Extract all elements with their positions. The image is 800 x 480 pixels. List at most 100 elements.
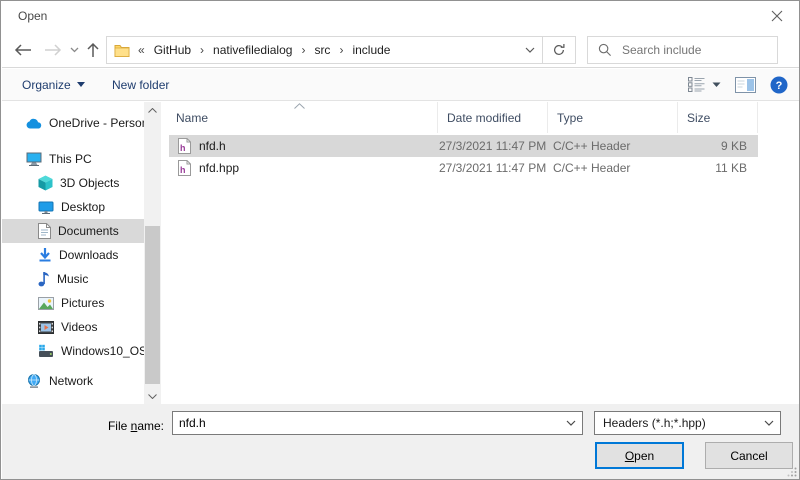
chevron-down-icon: [764, 420, 774, 426]
refresh-button[interactable]: [543, 37, 575, 63]
breadcrumb-item-include[interactable]: include: [351, 41, 391, 59]
cancel-button[interactable]: Cancel: [705, 442, 793, 469]
sidebar-item-label: Windows10_OS (: [61, 344, 144, 358]
refresh-icon: [552, 43, 566, 57]
back-arrow-icon: [14, 43, 32, 57]
3d-objects-cube-icon: [38, 175, 53, 191]
downloads-arrow-icon: [38, 247, 52, 263]
sidebar-item-desktop[interactable]: Desktop: [2, 195, 144, 219]
sidebar-item-pictures[interactable]: Pictures: [2, 291, 144, 315]
sidebar-item-label: Documents: [58, 224, 119, 238]
desktop-monitor-icon: [38, 201, 54, 214]
search-input[interactable]: [622, 43, 777, 57]
network-globe-icon: [26, 374, 42, 388]
open-button[interactable]: Open: [595, 442, 684, 469]
sidebar-item-label: Videos: [61, 320, 97, 334]
new-folder-button[interactable]: New folder: [112, 69, 169, 100]
main-area: OneDrive - Person This PC 3D Objects: [2, 102, 800, 404]
up-arrow-icon: [86, 42, 100, 58]
file-row-nfd-h[interactable]: h nfd.h 27/3/2021 11:47 PM C/C++ Header …: [169, 135, 758, 157]
help-button[interactable]: ?: [770, 76, 788, 94]
address-dropdown-button[interactable]: [517, 37, 543, 63]
open-file-dialog: Open: [0, 0, 800, 480]
organize-label: Organize: [22, 78, 71, 92]
resize-grip[interactable]: [787, 467, 797, 477]
file-name: nfd.h: [199, 139, 226, 153]
preview-pane-icon: [735, 77, 756, 93]
sidebar-item-videos[interactable]: Videos: [2, 315, 144, 339]
column-header-name[interactable]: Name: [161, 102, 438, 133]
column-header-blank[interactable]: [758, 102, 800, 133]
sidebar-scrollbar[interactable]: [144, 102, 161, 404]
new-folder-label: New folder: [112, 78, 169, 92]
breadcrumb-item-nativefiledialog[interactable]: nativefiledialog: [212, 41, 293, 59]
title-bar[interactable]: Open: [1, 1, 799, 31]
column-header-date-modified[interactable]: Date modified: [438, 102, 548, 133]
file-name-input[interactable]: [173, 416, 560, 430]
documents-icon: [38, 223, 51, 239]
sidebar-item-label: Network: [49, 374, 93, 388]
scroll-down-button[interactable]: [144, 388, 161, 404]
close-button[interactable]: [754, 1, 799, 31]
sidebar-item-windows10-os-drive[interactable]: Windows10_OS (: [2, 339, 144, 363]
scrollbar-thumb[interactable]: [145, 226, 160, 384]
sidebar-item-network[interactable]: Network: [2, 369, 144, 393]
scroll-up-button[interactable]: [144, 102, 161, 118]
file-name-combobox[interactable]: [172, 411, 583, 435]
sidebar-item-this-pc[interactable]: This PC: [2, 147, 144, 171]
forward-button[interactable]: [40, 40, 66, 60]
file-row-nfd-hpp[interactable]: h nfd.hpp 27/3/2021 11:47 PM C/C++ Heade…: [169, 157, 758, 179]
column-headers: Name Date modified Type Size: [161, 102, 800, 133]
column-header-type[interactable]: Type: [548, 102, 678, 133]
file-type-select[interactable]: Headers (*.h;*.hpp): [594, 411, 781, 435]
sidebar-item-label: Desktop: [61, 200, 105, 214]
os-drive-icon: [38, 344, 54, 358]
music-note-icon: [38, 271, 50, 287]
file-list: Name Date modified Type Size h nfd.h 27/…: [161, 102, 800, 404]
file-date-modified: 27/3/2021 11:47 PM: [439, 161, 546, 175]
onedrive-cloud-icon: [26, 118, 42, 129]
breadcrumb-separator: ›: [300, 43, 306, 57]
file-size: 9 KB: [619, 139, 747, 153]
sidebar-item-label: Music: [57, 272, 88, 286]
sidebar-item-documents[interactable]: Documents: [2, 219, 144, 243]
change-view-button[interactable]: [688, 77, 721, 92]
file-type-dropdown-button[interactable]: [758, 420, 780, 426]
navigation-bar: « GitHub › nativefiledialog › src › incl…: [2, 31, 800, 68]
chevron-down-icon: [712, 82, 721, 88]
dialog-title: Open: [18, 9, 47, 23]
cpp-header-file-icon: h: [178, 160, 191, 176]
computer-icon: [26, 152, 42, 166]
file-type-value: Headers (*.h;*.hpp): [595, 416, 758, 430]
file-name-dropdown-button[interactable]: [560, 420, 582, 426]
sidebar-item-label: Pictures: [61, 296, 104, 310]
organize-button[interactable]: Organize: [22, 69, 85, 100]
cpp-header-file-icon: h: [178, 138, 191, 154]
chevron-down-icon: [77, 82, 85, 87]
folder-icon: [114, 43, 130, 57]
svg-text:h: h: [180, 143, 186, 153]
search-icon: [598, 43, 612, 57]
sidebar-item-onedrive[interactable]: OneDrive - Person: [2, 111, 144, 135]
up-button[interactable]: [80, 40, 106, 60]
address-bar[interactable]: « GitHub › nativefiledialog › src › incl…: [106, 36, 576, 64]
sidebar-item-music[interactable]: Music: [2, 267, 144, 291]
column-header-size[interactable]: Size: [678, 102, 758, 133]
file-size: 11 KB: [619, 161, 747, 175]
sidebar-item-label: Downloads: [59, 248, 118, 262]
back-button[interactable]: [10, 40, 36, 60]
sidebar-item-label: This PC: [49, 152, 92, 166]
sidebar-item-3d-objects[interactable]: 3D Objects: [2, 171, 144, 195]
breadcrumb-item-github[interactable]: GitHub: [153, 41, 192, 59]
breadcrumb-separator: ›: [338, 43, 344, 57]
file-date-modified: 27/3/2021 11:47 PM: [439, 139, 546, 153]
sidebar-item-downloads[interactable]: Downloads: [2, 243, 144, 267]
breadcrumb: « GitHub › nativefiledialog › src › incl…: [107, 41, 517, 59]
sidebar-item-label: OneDrive - Person: [49, 116, 144, 130]
breadcrumb-overflow[interactable]: «: [137, 43, 146, 57]
preview-pane-button[interactable]: [735, 77, 756, 93]
close-icon: [771, 10, 783, 22]
breadcrumb-item-src[interactable]: src: [313, 41, 331, 59]
breadcrumb-separator: ›: [199, 43, 205, 57]
search-box[interactable]: [587, 36, 778, 64]
